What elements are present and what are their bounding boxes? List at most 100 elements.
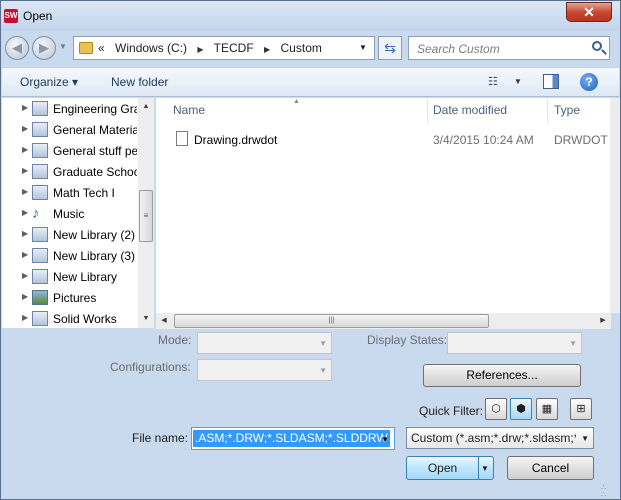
breadcrumb: « Windows (C:) ▶ TECDF ▶ Custom	[98, 41, 329, 55]
open-button-label[interactable]: Open	[407, 457, 479, 479]
chevron-down-icon[interactable]: ▼	[359, 43, 367, 52]
file-list[interactable]: ▲ Name Date modified Type Drawing.drwdot…	[156, 98, 618, 313]
library-icon	[32, 122, 48, 137]
expand-arrow-icon[interactable]: ▶	[22, 292, 28, 301]
expand-arrow-icon[interactable]: ▶	[22, 229, 28, 238]
chevron-right-icon[interactable]: ▶	[264, 45, 270, 54]
breadcrumb-custom[interactable]: Custom	[281, 41, 322, 55]
column-header-date[interactable]: Date modified	[433, 103, 507, 117]
open-dialog: SW Open ✕ ◀ ▶ ▼ « Windows (C:) ▶ TECDF ▶…	[0, 0, 621, 500]
tree-item[interactable]: ▶ Graduate Schoo	[2, 161, 137, 182]
close-button[interactable]: ✕	[566, 2, 612, 22]
tree-item[interactable]: ▶ General Materia	[2, 119, 137, 140]
expand-arrow-icon[interactable]: ▶	[22, 166, 28, 175]
breadcrumb-overflow[interactable]: «	[98, 41, 105, 55]
expand-arrow-icon[interactable]: ▶	[22, 187, 28, 196]
refresh-button[interactable]: ⇆	[378, 36, 402, 60]
change-view-icon[interactable]: ☷	[488, 76, 504, 88]
file-row-name[interactable]: Drawing.drwdot	[194, 133, 277, 147]
tree-item[interactable]: ▶ General stuff pe	[2, 140, 137, 161]
back-button[interactable]: ◀	[5, 36, 29, 60]
tree-item-label: General stuff pe	[53, 144, 137, 158]
column-divider[interactable]	[547, 98, 548, 123]
tree-item-label: New Library (3)	[53, 249, 136, 263]
scrollbar-thumb[interactable]: ≡	[139, 190, 153, 242]
chevron-down-icon: ▼	[319, 339, 327, 348]
tree-item-label: New Library	[53, 270, 118, 284]
recent-locations-dropdown-icon[interactable]: ▼	[59, 42, 67, 51]
new-folder-button[interactable]: New folder	[111, 75, 168, 89]
expand-arrow-icon[interactable]: ▶	[22, 208, 28, 217]
expand-arrow-icon[interactable]: ▶	[22, 124, 28, 133]
expand-arrow-icon[interactable]: ▶	[22, 250, 28, 259]
expand-arrow-icon[interactable]: ▶	[22, 103, 28, 112]
open-options-dropdown-icon[interactable]: ▼	[481, 464, 489, 473]
solidworks-app-icon: SW	[4, 9, 18, 23]
breadcrumb-drive[interactable]: Windows (C:)	[115, 41, 187, 55]
library-icon	[32, 143, 48, 158]
tree-item[interactable]: ▶ Math Tech I	[2, 182, 137, 203]
references-button[interactable]: References...	[423, 364, 581, 387]
tree-item[interactable]: ▶ New Library (2)	[2, 224, 137, 245]
column-divider[interactable]	[427, 98, 428, 123]
folder-icon	[79, 42, 93, 54]
chevron-down-icon: ▼	[319, 366, 327, 375]
chevron-right-icon[interactable]: ▶	[197, 45, 203, 54]
navigation-pane[interactable]: ▶ Engineering Gra ▶ General Materia ▶ Ge…	[2, 98, 154, 328]
view-dropdown-icon[interactable]: ▼	[514, 77, 522, 86]
library-icon	[32, 164, 48, 179]
file-type-select[interactable]: Custom (*.asm;*.drw;*.sldasm;* ▼	[406, 427, 594, 449]
scroll-down-icon[interactable]: ▼	[138, 312, 154, 326]
scroll-left-icon[interactable]: ◀	[156, 314, 172, 328]
tree-item[interactable]: ▶ ♪ Music	[2, 203, 137, 224]
filter-parts-icon[interactable]: ⬡	[485, 398, 507, 420]
file-list-horizontal-scrollbar[interactable]: ◀ ||| ▶	[156, 313, 611, 329]
filter-assemblies-icon[interactable]: ⬢	[510, 398, 532, 420]
tree-item[interactable]: ▶ Engineering Gra	[2, 98, 137, 119]
tree-item-label: Graduate Schoo	[53, 165, 137, 179]
forward-button[interactable]: ▶	[32, 36, 56, 60]
organize-button[interactable]: Organize ▾	[20, 75, 78, 89]
library-icon	[32, 185, 48, 200]
preview-pane-icon[interactable]	[543, 74, 559, 89]
tree-item-label: Music	[53, 207, 85, 221]
tree-item-label: General Materia	[53, 123, 137, 137]
filter-drawings-icon[interactable]: ▦	[536, 398, 558, 420]
display-states-select: ▼	[447, 332, 582, 354]
scrollbar-thumb[interactable]: |||	[174, 314, 489, 328]
file-list-vertical-scrollbar[interactable]	[610, 98, 620, 313]
cancel-button[interactable]: Cancel	[507, 456, 594, 480]
address-bar[interactable]: « Windows (C:) ▶ TECDF ▶ Custom ▼	[73, 36, 375, 60]
search-input[interactable]: Search Custom	[408, 36, 610, 60]
file-row-date: 3/4/2015 10:24 AM	[433, 133, 534, 147]
help-icon[interactable]: ?	[580, 73, 598, 91]
file-name-input[interactable]: .ASM;*.DRW;*.SLDASM;*.SLDDRW ▼	[191, 427, 395, 450]
column-header-type[interactable]: Type	[554, 103, 580, 117]
scroll-up-icon[interactable]: ▲	[138, 100, 154, 114]
tree-item-label: Math Tech I	[53, 186, 115, 200]
tree-item-label: New Library (2)	[53, 228, 136, 242]
tree-item[interactable]: ▶ New Library	[2, 266, 137, 287]
tree-item[interactable]: ▶ Pictures	[2, 287, 137, 308]
tree-item-label: Solid Works	[53, 312, 117, 326]
open-button[interactable]: Open ▼	[406, 456, 494, 480]
expand-arrow-icon[interactable]: ▶	[22, 313, 28, 322]
window-title: Open	[23, 9, 53, 23]
breadcrumb-tecdf[interactable]: TECDF	[214, 41, 254, 55]
resize-grip-icon[interactable]: ∴ ∴	[601, 484, 615, 499]
search-icon[interactable]	[592, 41, 602, 51]
column-header-name[interactable]: Name	[173, 103, 205, 117]
expand-arrow-icon[interactable]: ▶	[22, 271, 28, 280]
tree-item[interactable]: ▶ Solid Works	[2, 308, 137, 329]
command-bar: Organize ▾ New folder ☷ ▼ ?	[2, 67, 619, 97]
document-icon	[176, 131, 188, 146]
chevron-down-icon[interactable]: ▼	[581, 434, 589, 443]
filter-top-level-assemblies-icon[interactable]: ⊞	[570, 398, 592, 420]
chevron-down-icon[interactable]: ▼	[381, 435, 389, 444]
configurations-select: ▼	[197, 359, 332, 381]
configurations-label: Configurations:	[110, 360, 191, 374]
navigation-pane-scrollbar[interactable]: ▲ ≡ ▼	[138, 98, 154, 328]
expand-arrow-icon[interactable]: ▶	[22, 145, 28, 154]
tree-item[interactable]: ▶ New Library (3)	[2, 245, 137, 266]
scroll-right-icon[interactable]: ▶	[595, 314, 611, 328]
